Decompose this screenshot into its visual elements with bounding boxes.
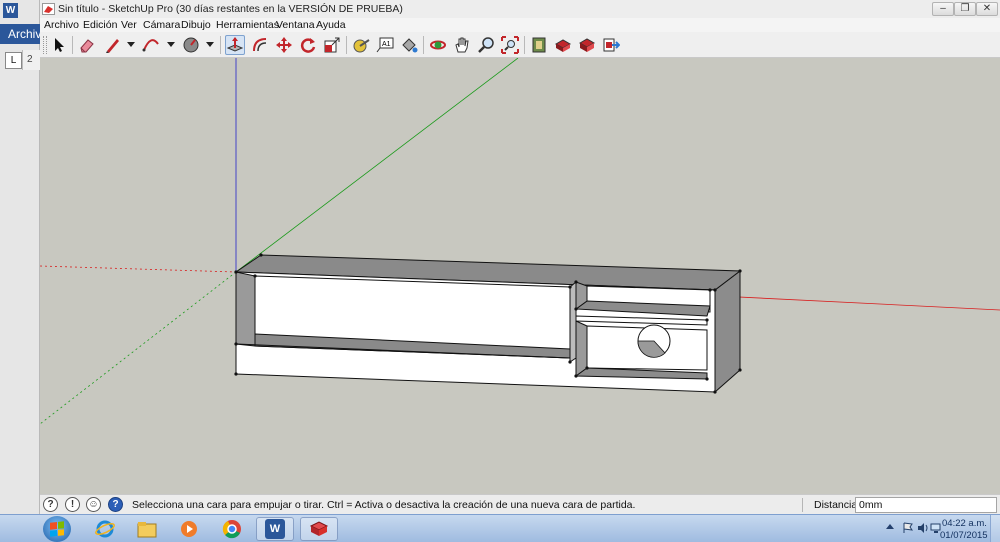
drawing-viewport[interactable] xyxy=(40,58,1000,494)
menu-bar: Archivo Edición Ver Cámara Dibujo Herram… xyxy=(40,18,1000,32)
word-archivo-tab[interactable]: Archiv xyxy=(0,24,40,44)
toolbar-separator xyxy=(524,36,525,54)
scale-icon[interactable] xyxy=(322,35,342,55)
internet-explorer-icon xyxy=(95,520,115,538)
background-word-window: W Archiv L 2 xyxy=(0,0,40,514)
green-axis-negative xyxy=(40,271,237,425)
zoom-icon[interactable] xyxy=(476,35,496,55)
windows-logo-icon xyxy=(50,521,64,537)
toolbar-grip[interactable] xyxy=(43,36,47,54)
sketchup-logo-icon xyxy=(42,3,55,15)
green-axis xyxy=(235,58,519,273)
rotate-icon[interactable] xyxy=(298,35,318,55)
zoom-extents-icon[interactable] xyxy=(500,35,520,55)
sketchup-icon xyxy=(309,521,329,536)
instructor-help-icon[interactable]: ? xyxy=(108,497,123,512)
word-icon: W xyxy=(265,519,285,539)
show-hidden-icons-arrow[interactable] xyxy=(886,524,894,529)
extension-warehouse-icon[interactable] xyxy=(553,35,573,55)
measurement-input[interactable] xyxy=(855,497,997,513)
taskbar-chrome[interactable] xyxy=(213,517,251,541)
menu-herramientas[interactable]: Herramientas xyxy=(216,19,279,31)
screen: W Archiv L 2 Sin título - SketchUp Pro (… xyxy=(0,0,1000,542)
volume-icon[interactable] xyxy=(917,522,929,534)
warehouse-icon[interactable] xyxy=(529,35,549,55)
status-bar: ? ! ☺ ? Selecciona una cara para empujar… xyxy=(40,494,1000,514)
close-button[interactable]: ✕ xyxy=(976,2,998,16)
geolocation-icon[interactable]: ? xyxy=(43,497,58,512)
toolbar-separator xyxy=(220,36,221,54)
word-tab-selector[interactable]: L xyxy=(5,52,22,69)
chrome-icon xyxy=(222,520,241,539)
send-to-layout-icon[interactable] xyxy=(601,35,621,55)
start-button[interactable] xyxy=(43,516,71,542)
toolbar-separator xyxy=(72,36,73,54)
minimize-button[interactable]: – xyxy=(932,2,954,16)
orbit-icon[interactable] xyxy=(428,35,448,55)
title-bar[interactable]: Sin título - SketchUp Pro (30 días resta… xyxy=(40,0,1000,18)
menu-ayuda[interactable]: Ayuda xyxy=(316,19,346,31)
taskbar-internet-explorer[interactable] xyxy=(86,517,124,541)
chevron-down-icon[interactable] xyxy=(206,42,214,47)
model-canvas[interactable] xyxy=(40,58,1000,494)
toolbar-separator xyxy=(346,36,347,54)
menu-archivo[interactable]: Archivo xyxy=(44,19,79,31)
divider-panel[interactable] xyxy=(569,280,577,363)
menu-ver[interactable]: Ver xyxy=(121,19,137,31)
text-tool-icon[interactable]: A1 xyxy=(375,35,395,55)
lower-compartment-left-wall xyxy=(575,320,588,377)
window-title: Sin título - SketchUp Pro (30 días resta… xyxy=(58,3,403,15)
user-account-icon[interactable]: ☺ xyxy=(86,497,101,512)
red-axis-negative xyxy=(40,265,237,273)
main-toolbar: A1 xyxy=(40,32,1000,58)
credits-info-icon[interactable]: ! xyxy=(65,497,80,512)
restore-button[interactable]: ❐ xyxy=(954,2,976,16)
flag-icon[interactable] xyxy=(902,522,914,534)
taskbar-word[interactable]: W xyxy=(256,517,294,541)
left-compartment-left-wall xyxy=(235,271,256,347)
status-message: Selecciona una cara para empujar o tirar… xyxy=(132,499,636,511)
arc-icon[interactable] xyxy=(141,35,161,55)
menu-dibujo[interactable]: Dibujo xyxy=(181,19,211,31)
toolbar-separator xyxy=(423,36,424,54)
windows-taskbar: W 04:22 a.m. 01/07/2015 xyxy=(0,514,1000,542)
tape-measure-icon[interactable] xyxy=(351,35,371,55)
show-desktop-button[interactable] xyxy=(990,515,1000,542)
media-player-icon xyxy=(181,521,197,537)
menu-edicion[interactable]: Edición xyxy=(83,19,117,31)
pencil-icon[interactable] xyxy=(103,35,123,55)
menu-camara[interactable]: Cámara xyxy=(143,19,180,31)
folder-icon xyxy=(137,522,157,538)
push-pull-icon[interactable] xyxy=(225,35,245,55)
taskbar-file-explorer[interactable] xyxy=(128,517,166,541)
chevron-down-icon[interactable] xyxy=(167,42,175,47)
chevron-down-icon[interactable] xyxy=(127,42,135,47)
paint-bucket-icon[interactable] xyxy=(399,35,419,55)
word-ruler-number: 2 xyxy=(27,54,33,65)
clock-date[interactable]: 01/07/2015 xyxy=(940,530,988,541)
select-tool-icon[interactable] xyxy=(49,35,69,55)
status-divider xyxy=(802,498,803,512)
shape-circle-icon[interactable] xyxy=(181,35,201,55)
menu-ventana[interactable]: Ventana xyxy=(276,19,315,31)
cabinet-right-side[interactable] xyxy=(714,269,741,394)
sketchup-window: Sin título - SketchUp Pro (30 días resta… xyxy=(40,0,1000,514)
taskbar-sketchup[interactable] xyxy=(300,517,338,541)
svg-text:A1: A1 xyxy=(382,41,391,48)
word-app-icon[interactable]: W xyxy=(3,3,18,18)
measurement-label: Distancia xyxy=(814,499,858,511)
pan-hand-icon[interactable] xyxy=(452,35,472,55)
move-icon[interactable] xyxy=(274,35,294,55)
share-model-icon[interactable] xyxy=(577,35,597,55)
taskbar-media-player[interactable] xyxy=(170,517,208,541)
offset-icon[interactable] xyxy=(250,35,270,55)
clock-time[interactable]: 04:22 a.m. xyxy=(942,518,987,529)
eraser-icon[interactable] xyxy=(77,35,97,55)
